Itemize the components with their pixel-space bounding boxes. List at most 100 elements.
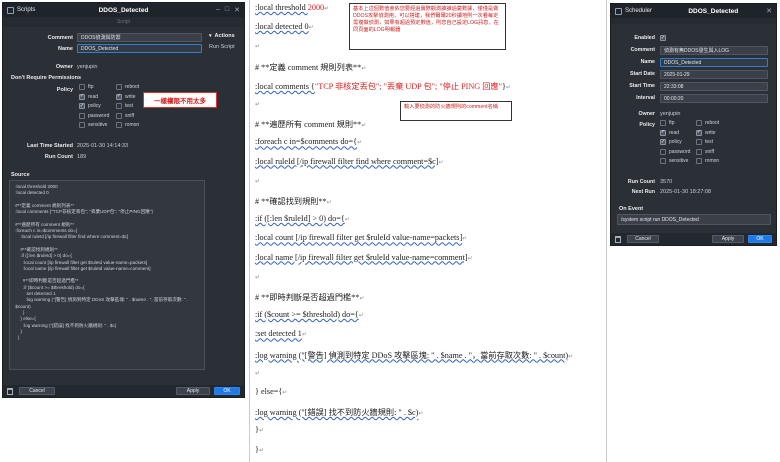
sched-policy-sensitive[interactable]: sensitive [660, 158, 688, 164]
checkbox-icon[interactable] [116, 112, 122, 119]
scripts-policy-romon[interactable]: romon [116, 122, 139, 128]
sched-owner-label: Owner [638, 111, 655, 117]
checkbox-icon[interactable] [79, 112, 85, 119]
sched-comment-input[interactable]: 偵測有無DDOS發生與入LOG [660, 46, 768, 55]
checkbox-icon[interactable] [116, 103, 122, 109]
sched-cancel-button[interactable]: Cancel [627, 235, 659, 243]
apply-button[interactable]: Apply [176, 387, 210, 395]
scripts-policy-password[interactable]: password [79, 112, 109, 119]
policy-option-label: romon [705, 158, 720, 164]
document-line: }↵ [255, 425, 264, 434]
run-script-button[interactable]: Run Script [209, 44, 235, 50]
ok-button[interactable]: OK [214, 387, 240, 395]
sched-policy-test[interactable]: test [696, 139, 713, 145]
policy-option-label: read [88, 93, 99, 100]
name-input[interactable]: DDOS_Detected [77, 44, 202, 53]
sched-policy-password[interactable]: password [660, 148, 690, 155]
checkmark-icon[interactable]: ✓ [660, 139, 666, 145]
maximize-icon[interactable]: □ [225, 6, 229, 14]
scripts-window: Scripts DDOS_Detected – □ ✕ Script Comme… [2, 2, 245, 398]
checkbox-icon[interactable] [79, 122, 85, 128]
start-date-input[interactable]: 2025-01-29 [660, 70, 768, 79]
line-text: :set detected 1 [255, 329, 302, 339]
trash-icon[interactable] [7, 387, 13, 395]
scripts-titlebar[interactable]: Scripts DDOS_Detected – □ ✕ [3, 3, 244, 17]
close-icon[interactable]: ✕ [234, 6, 240, 14]
scheduler-close-icon[interactable]: ✕ [766, 7, 772, 15]
run-count-value: 189 [77, 154, 87, 160]
on-event-label: On Event [619, 206, 644, 212]
sched-policy-sniff[interactable]: sniff [696, 148, 715, 155]
checkbox-icon[interactable] [660, 120, 666, 126]
policy-option-label: ftp [669, 120, 675, 126]
checkbox-icon[interactable] [116, 122, 122, 128]
checkbox-icon[interactable] [79, 84, 85, 90]
paragraph-mark-icon: ↵ [344, 217, 350, 224]
checkbox-icon[interactable] [660, 158, 666, 164]
checkbox-icon[interactable] [660, 148, 666, 155]
sched-name-input[interactable]: DDOS_Detected [660, 58, 768, 67]
scripts-policy-policy[interactable]: ✓ policy [79, 103, 101, 109]
document-line: ↵ [255, 99, 260, 108]
scheduler-footer: Cancel Apply OK [611, 233, 776, 245]
tab-script[interactable]: Script [117, 19, 130, 25]
start-time-input[interactable]: 22:33:08 [660, 82, 768, 91]
scripts-policy-sensitive[interactable]: sensitive [79, 122, 107, 128]
scheduler-tabbar [611, 18, 776, 24]
scheduler-window: Scheduler DDOS_Detected ✕ Enabled ✓ Comm… [610, 3, 777, 246]
sched-apply-button[interactable]: Apply [712, 235, 744, 243]
document-line: ↵ [255, 368, 260, 377]
policy-option-label: sniff [705, 148, 715, 155]
source-editor[interactable]: :local threshold 2000 :local detected 0 … [9, 180, 205, 370]
sched-policy-reboot[interactable]: reboot [696, 120, 719, 126]
checkmark-icon[interactable]: ✓ [79, 103, 85, 109]
sched-policy-ftp[interactable]: ftp [660, 120, 675, 126]
document-line: }↵ [255, 445, 264, 454]
checkmark-icon[interactable]: ✓ [116, 93, 122, 100]
checkbox-icon[interactable] [116, 84, 122, 90]
sched-owner-value: yenjupin [660, 111, 681, 117]
scripts-policy-test[interactable]: test [116, 103, 133, 109]
paragraph-mark-icon: ↵ [361, 123, 367, 130]
scheduler-icon [615, 7, 622, 15]
minimize-icon[interactable]: – [216, 6, 220, 14]
sched-policy-policy[interactable]: ✓ policy [660, 139, 682, 145]
sched-policy-read[interactable]: ✓ read [660, 129, 680, 136]
checkbox-icon[interactable] [696, 139, 702, 145]
sched-policy-romon[interactable]: romon [696, 158, 719, 164]
policy-option-label: read [669, 129, 680, 136]
policy-option-label: policy [669, 139, 682, 145]
paragraph-mark-icon: ↵ [324, 6, 330, 12]
policy-option-label: test [125, 103, 134, 109]
scripts-icon [7, 6, 14, 14]
policy-option-label: ftp [88, 84, 94, 90]
checkbox-icon[interactable] [696, 158, 702, 164]
document-panel: :local threshold 2000↵:local detected 0↵… [249, 0, 607, 462]
on-event-input[interactable]: /system script run DDOS_Detected [617, 214, 771, 225]
next-run-value: 2025-01-30 18:27:08 [660, 189, 712, 195]
dont-require-permissions-label: Don't Require Permissions [11, 75, 82, 81]
document-line: :local count [/ip firewall filter get $r… [255, 233, 467, 242]
interval-input[interactable]: 00:00:20 [660, 94, 768, 103]
checkmark-icon[interactable]: ✓ [79, 93, 85, 100]
enabled-checkbox[interactable]: ✓ [660, 35, 666, 41]
line-highlight: "TCP 非核定丟包"; "丟棄 UDP 包"; "停止 PING 回應" [314, 81, 502, 91]
checkbox-icon[interactable] [696, 120, 702, 126]
scripts-policy-write[interactable]: ✓ write [116, 93, 136, 100]
sched-policy-write[interactable]: ✓ write [696, 129, 716, 136]
checkbox-icon[interactable] [696, 148, 702, 155]
scripts-policy-sniff[interactable]: sniff [116, 112, 134, 119]
cancel-button[interactable]: Cancel [19, 387, 55, 395]
scripts-policy-reboot[interactable]: reboot [116, 84, 139, 90]
scheduler-titlebar[interactable]: Scheduler DDOS_Detected ✕ [611, 4, 776, 18]
comment-input[interactable]: DDOS偵測與防禦 [77, 33, 202, 42]
checkmark-icon[interactable]: ✓ [660, 129, 666, 136]
document-line: :local ruleId [/ip firewall filter find … [255, 157, 444, 166]
checkmark-icon[interactable]: ✓ [696, 129, 702, 136]
policy-option-label: reboot [705, 120, 720, 126]
sched-trash-icon[interactable] [615, 235, 621, 243]
scripts-policy-read[interactable]: ✓ read [79, 93, 99, 100]
policy-option-label: sensitive [88, 122, 108, 128]
scripts-policy-ftp[interactable]: ftp [79, 84, 94, 90]
sched-ok-button[interactable]: OK [748, 235, 772, 243]
